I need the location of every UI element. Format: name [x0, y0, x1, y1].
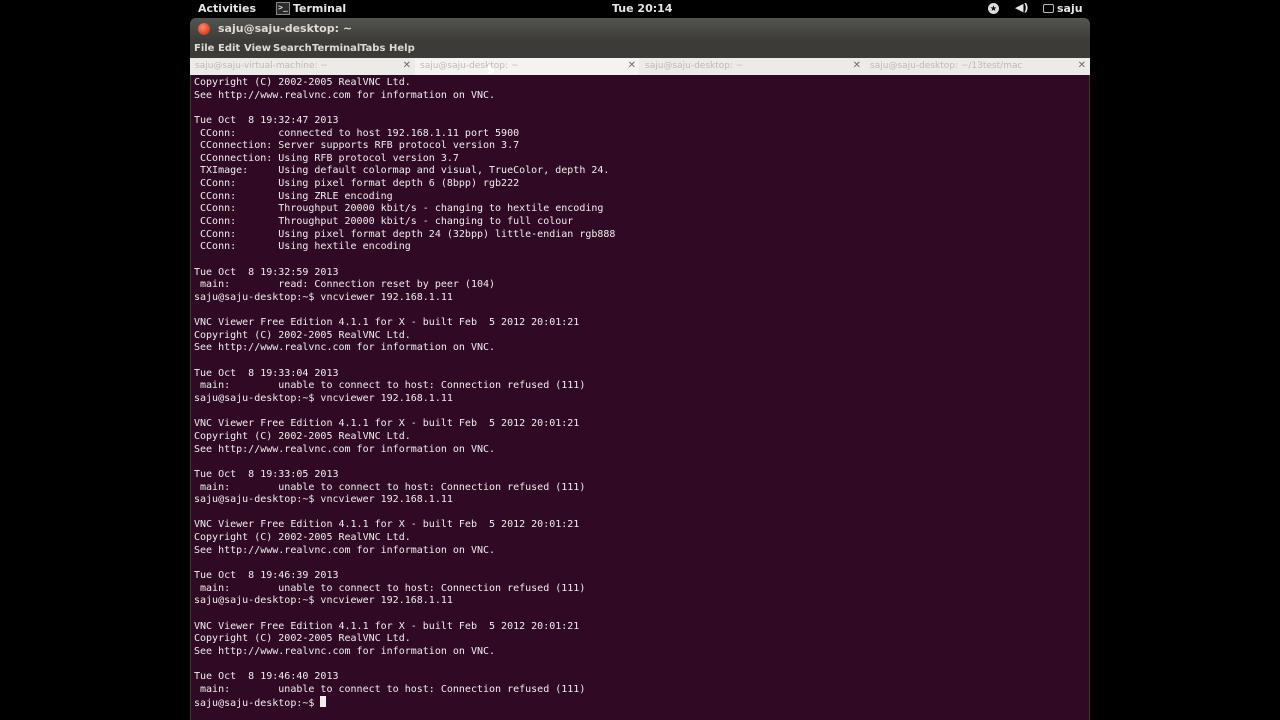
terminal-line: VNC Viewer Free Edition 4.1.1 for X - bu…: [194, 620, 580, 632]
terminal-window: saju@saju-desktop: ~ File Edit View Sear…: [190, 18, 1090, 720]
volume-icon[interactable]: ◀): [1015, 1, 1029, 14]
terminal-line: CConn: Using pixel format depth 6 (8bpp)…: [194, 178, 520, 190]
terminal-line: CConnection: Using RFB protocol version …: [194, 152, 459, 164]
terminal-line: CConn: Using ZRLE encoding: [194, 190, 393, 202]
terminal-line: Copyright (C) 2002-2005 RealVNC Ltd.: [194, 532, 411, 544]
tab-4[interactable]: saju@saju-desktop: ~/13test/mac ✕: [865, 58, 1089, 75]
top-bar: Activities >_ Terminal Tue 20:14 ★ ◀) sa…: [190, 0, 1090, 18]
prompt-line[interactable]: saju@saju-desktop:~$: [194, 696, 615, 709]
terminal-output[interactable]: Copyright (C) 2002-2005 RealVNC Ltd. See …: [190, 75, 1090, 720]
terminal-line: saju@saju-desktop:~$ vncviewer 192.168.1…: [194, 595, 453, 607]
activities-button[interactable]: Activities: [198, 2, 256, 15]
terminal-line: main: unable to connect to host: Connect…: [194, 481, 586, 493]
title-bar[interactable]: saju@saju-desktop: ~: [190, 18, 1090, 41]
clock[interactable]: Tue 20:14: [612, 2, 672, 15]
terminal-line: main: unable to connect to host: Connect…: [194, 380, 586, 392]
terminal-line: VNC Viewer Free Edition 4.1.1 for X - bu…: [194, 519, 580, 531]
tab-label: saju@saju-desktop: ~/13test/mac: [870, 61, 1023, 71]
tab-2[interactable]: saju@saju-desktop: ~ ✕: [415, 58, 639, 75]
tab-1[interactable]: saju@saju-virtual-machine: ~ ✕: [190, 58, 414, 75]
terminal-line: Tue Oct 8 19:32:47 2013: [194, 114, 339, 126]
terminal-line: See http://www.realvnc.com for informati…: [194, 443, 496, 455]
terminal-line: Copyright (C) 2002-2005 RealVNC Ltd.: [194, 430, 411, 442]
terminal-line: See http://www.realvnc.com for informati…: [194, 89, 496, 101]
terminal-line: saju@saju-desktop:~$ vncviewer 192.168.1…: [194, 291, 453, 303]
shell-prompt: saju@saju-desktop:~$: [194, 698, 321, 710]
terminal-line: main: unable to connect to host: Connect…: [194, 683, 586, 695]
menu-view[interactable]: View: [244, 43, 271, 54]
text-cursor: [320, 696, 327, 708]
terminal-line: VNC Viewer Free Edition 4.1.1 for X - bu…: [194, 418, 580, 430]
terminal-icon: >_: [276, 2, 290, 15]
terminal-line: See http://www.realvnc.com for informati…: [194, 342, 496, 354]
menu-tabs[interactable]: Tabs: [360, 43, 385, 54]
terminal-line: See http://www.realvnc.com for informati…: [194, 544, 496, 556]
terminal-line: VNC Viewer Free Edition 4.1.1 for X - bu…: [194, 317, 580, 329]
terminal-line: Tue Oct 8 19:46:40 2013: [194, 671, 339, 683]
terminal-line: Copyright (C) 2002-2005 RealVNC Ltd.: [194, 77, 411, 88]
terminal-line: Copyright (C) 2002-2005 RealVNC Ltd.: [194, 633, 411, 645]
close-tab-icon[interactable]: ✕: [628, 60, 636, 71]
tab-label: saju@saju-virtual-machine: ~: [195, 61, 328, 71]
terminal-line: CConn: Throughput 20000 kbit/s - changin…: [194, 203, 604, 215]
terminal-line: Tue Oct 8 19:32:59 2013: [194, 266, 339, 278]
terminal-line: CConnection: Server supports RFB protoco…: [194, 140, 520, 152]
app-name: Terminal: [293, 2, 347, 15]
user-menu[interactable]: saju: [1043, 2, 1083, 15]
terminal-line: TXImage: Using default colormap and visu…: [194, 165, 610, 177]
terminal-line: CConn: Throughput 20000 kbit/s - changin…: [194, 216, 574, 228]
terminal-line: CConn: Using hextile encoding: [194, 241, 411, 253]
terminal-line: main: read: Connection reset by peer (10…: [194, 279, 496, 291]
terminal-line: CConn: Using pixel format depth 24 (32bp…: [194, 228, 616, 240]
close-tab-icon[interactable]: ✕: [403, 60, 411, 71]
menu-terminal[interactable]: Terminal: [312, 43, 360, 54]
terminal-text: Copyright (C) 2002-2005 RealVNC Ltd. See …: [194, 77, 615, 709]
terminal-line: Tue Oct 8 19:33:05 2013: [194, 468, 339, 480]
close-window-button[interactable]: [198, 23, 210, 35]
terminal-line: saju@saju-desktop:~$ vncviewer 192.168.1…: [194, 494, 453, 506]
terminal-line: See http://www.realvnc.com for informati…: [194, 645, 496, 657]
tab-bar: saju@saju-virtual-machine: ~ ✕ saju@saju…: [190, 58, 1090, 75]
terminal-line: main: unable to connect to host: Connect…: [194, 582, 586, 594]
user-name: saju: [1057, 2, 1083, 15]
tab-3[interactable]: saju@saju-desktop: ~ ✕: [640, 58, 864, 75]
close-tab-icon[interactable]: ✕: [1078, 60, 1086, 71]
menu-file[interactable]: File: [194, 43, 214, 54]
menu-edit[interactable]: Edit: [218, 43, 240, 54]
terminal-line: Tue Oct 8 19:46:39 2013: [194, 569, 339, 581]
accessibility-icon[interactable]: ★: [988, 3, 999, 14]
tab-label: saju@saju-desktop: ~: [420, 61, 519, 71]
close-tab-icon[interactable]: ✕: [853, 60, 861, 71]
terminal-line: Copyright (C) 2002-2005 RealVNC Ltd.: [194, 329, 411, 341]
terminal-line: CConn: connected to host 192.168.1.11 po…: [194, 127, 520, 139]
user-icon: [1043, 4, 1054, 13]
terminal-line: Tue Oct 8 19:33:04 2013: [194, 367, 339, 379]
terminal-line: saju@saju-desktop:~$ vncviewer 192.168.1…: [194, 393, 453, 405]
menu-search[interactable]: Search: [273, 43, 312, 54]
tab-label: saju@saju-desktop: ~: [645, 61, 744, 71]
menu-bar: File Edit View Search Terminal Tabs Help: [190, 41, 1090, 58]
app-menu[interactable]: >_ Terminal: [276, 2, 346, 15]
window-title: saju@saju-desktop: ~: [218, 22, 353, 35]
menu-help[interactable]: Help: [389, 43, 415, 54]
